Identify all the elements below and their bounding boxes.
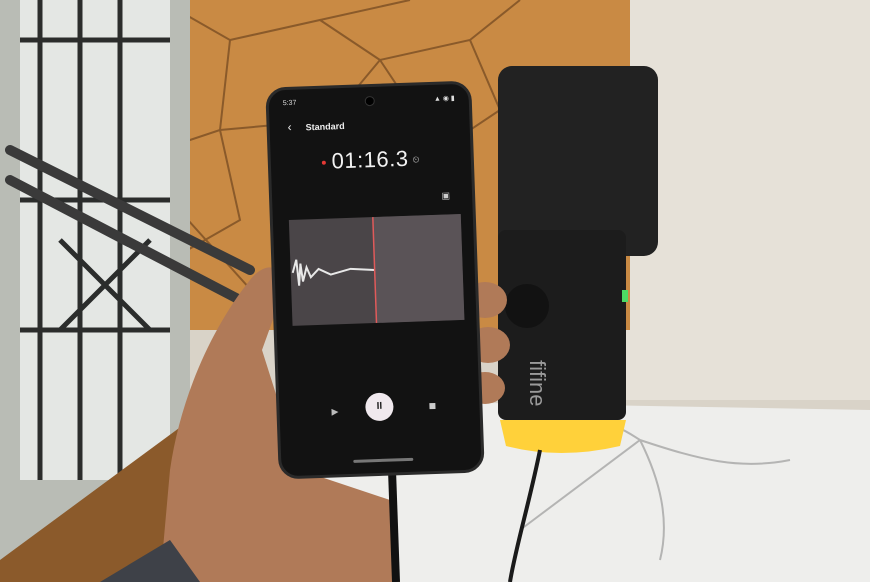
home-indicator[interactable]: [353, 457, 414, 463]
header-title: Standard: [305, 120, 345, 133]
svg-text:fifine: fifine: [525, 360, 550, 406]
recording-timer: 01:16.3 ⏲: [270, 144, 471, 177]
playback-controls: ▶ II: [279, 389, 480, 436]
status-icons: ▲ ◉ ▮: [433, 95, 455, 103]
usb-cable: [388, 469, 400, 582]
waveform: [288, 213, 465, 326]
pause-icon[interactable]: II: [364, 392, 394, 422]
waveform-graphic: [291, 213, 465, 323]
play-icon[interactable]: ▶: [331, 406, 338, 417]
smartphone: 5:37 ▲ ◉ ▮ ‹ Standard 01:16.3 ⏲ ▣ ▶ II: [265, 80, 485, 480]
photo-scene: fifine 5:37 ▲ ◉ ▮ ‹ Standard 01:16.3⏲ ▣: [0, 0, 870, 582]
recorder-screen: 5:37 ▲ ◉ ▮ ‹ Standard 01:16.3 ⏲ ▣ ▶ II: [265, 80, 485, 480]
save-icon[interactable]: ▣: [441, 190, 450, 201]
recording-dot: [321, 160, 326, 165]
chevron-left-icon[interactable]: ‹: [287, 120, 291, 134]
stop-icon[interactable]: [429, 402, 436, 410]
status-time: 5:37: [282, 99, 297, 108]
timer-value: 01:16.3: [331, 145, 409, 174]
timer-icon: ⏲: [412, 154, 421, 165]
front-camera: [364, 95, 375, 107]
